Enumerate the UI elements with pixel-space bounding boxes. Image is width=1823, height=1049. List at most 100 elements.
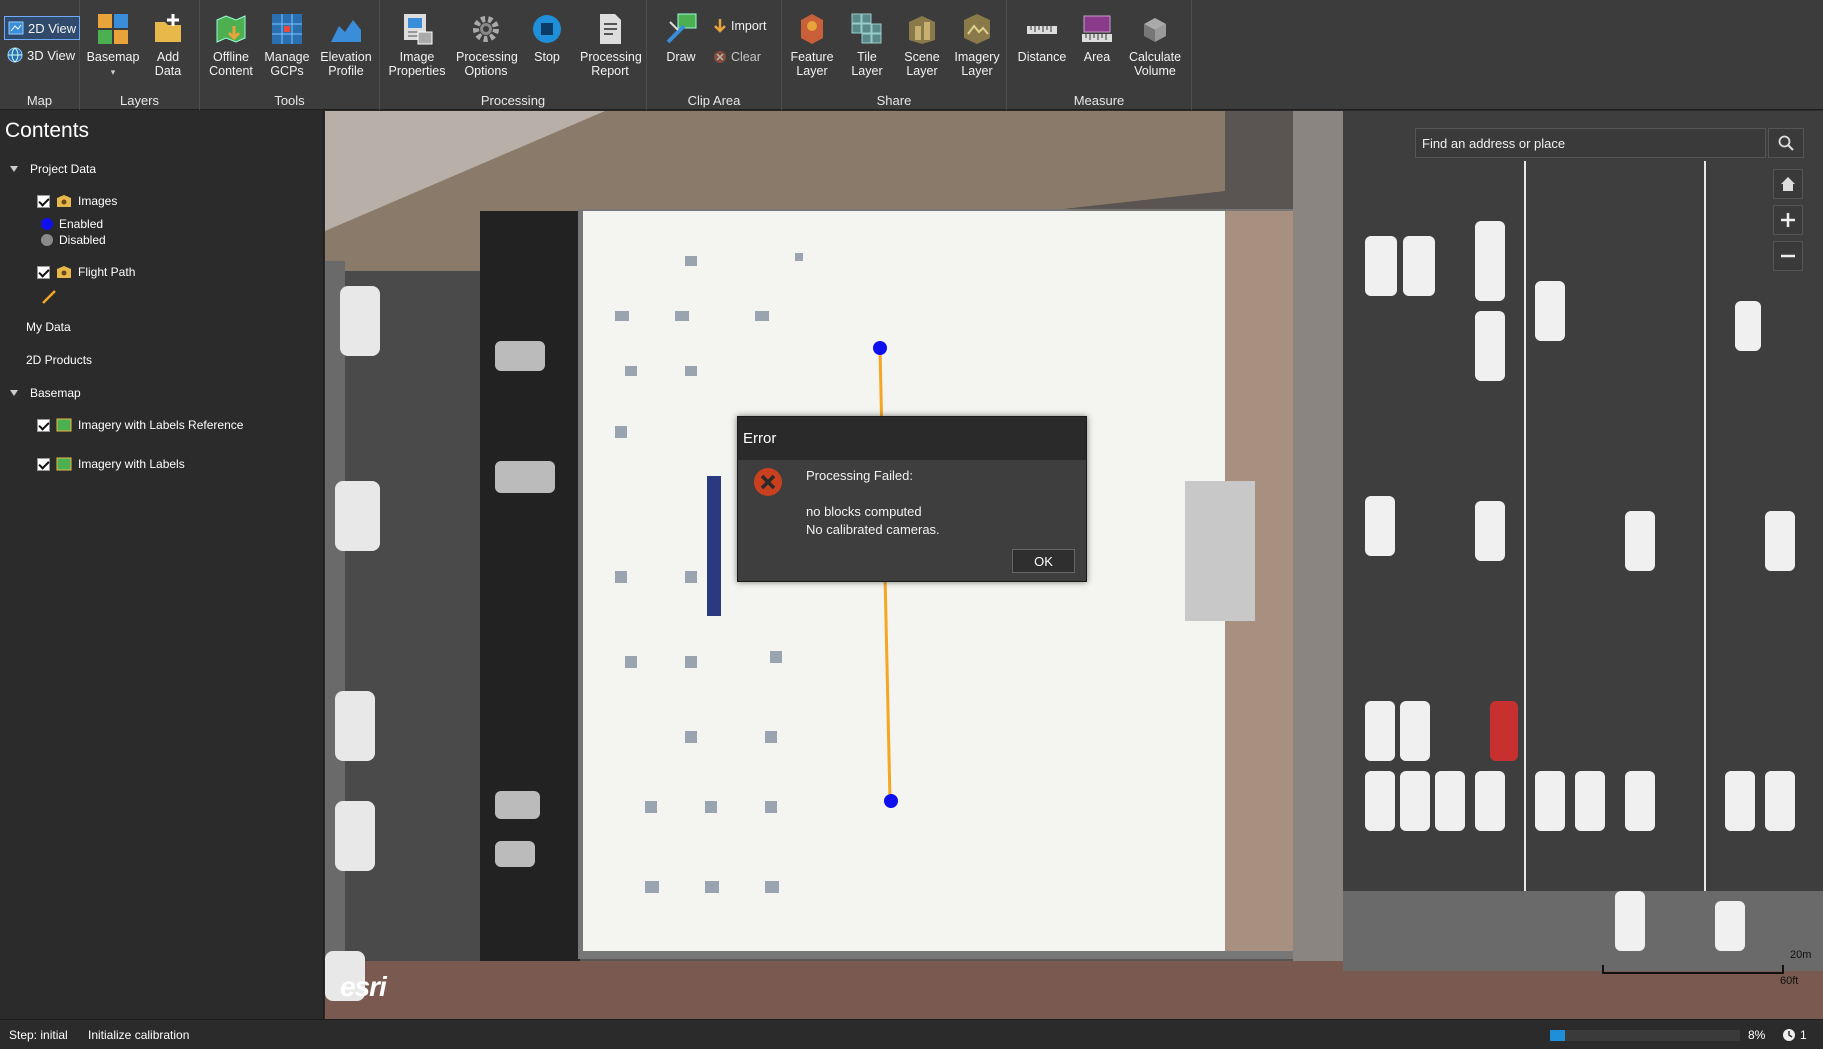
2d-view-button[interactable]: 2D View [4,16,80,40]
manage-gcps-button[interactable]: Manage GCPs [257,8,317,78]
stop-button[interactable]: Stop [517,8,577,64]
calculate-volume-button[interactable]: Calculate Volume [1125,8,1185,78]
tree-item-images[interactable]: Images [37,194,117,208]
contents-title: Contents [5,119,90,142]
flight-path-checkbox[interactable] [37,265,50,279]
image-point-enabled[interactable] [873,341,887,355]
ok-button[interactable]: OK [1012,549,1075,573]
plus-icon [1781,213,1795,227]
clock-icon[interactable] [1782,1028,1796,1042]
scene-layer-icon [909,16,935,44]
manage-gcps-label: Manage GCPs [264,50,310,78]
clear-label: Clear [731,50,761,64]
offline-content-button[interactable]: Offline Content [201,8,261,78]
draw-icon [666,13,697,44]
feature-layer-icon [801,14,823,44]
add-data-label: Add Data [154,50,182,78]
dialog-message: Processing Failed: no blocks computed No… [806,467,940,539]
basemap-icon [98,14,128,44]
dialog-title: Error [738,417,1086,460]
tree-item-flight-path[interactable]: Flight Path [37,265,135,279]
dialog-message-line: No calibrated cameras. [806,522,940,537]
images-layer-icon [57,195,71,207]
status-bar: Step: initial Initialize calibration 8% … [0,1019,1823,1049]
imagery-layer-button[interactable]: Imagery Layer [947,8,1007,78]
2d-view-icon [8,21,24,35]
tree-item-my-data[interactable]: My Data [26,320,71,334]
import-arrow-icon [714,19,726,33]
add-data-icon [155,14,181,42]
basemap-label: Basemap [86,50,140,64]
group-label-share: Share [876,93,912,108]
calculate-volume-label: Calculate Volume [1128,50,1182,78]
ruler-icon [1027,26,1057,34]
area-icon [1082,15,1112,42]
group-processing: Image Properties Processing Options Stop… [380,0,647,110]
progress-bar [1550,1030,1740,1041]
tree-item-imagery-labels[interactable]: Imagery with Labels [37,457,185,471]
scene-layer-button[interactable]: Scene Layer [892,8,952,78]
3d-view-label: 3D View [27,47,76,63]
home-button[interactable] [1773,169,1803,199]
image-properties-label: Image Properties [388,50,446,78]
disabled-dot-icon [41,234,53,246]
esri-logo: esri [340,971,387,1002]
imagery-layer-icon [964,14,990,44]
group-label-tools: Tools [274,93,305,108]
group-label-processing: Processing [480,93,546,108]
tree-item-imagery-labels-reference[interactable]: Imagery with Labels Reference [37,418,243,432]
add-data-button[interactable]: Add Data [138,8,198,78]
image-properties-button[interactable]: Image Properties [387,8,447,78]
tile-layer-label: Tile Layer [851,50,883,78]
expand-triangle-icon [10,166,18,172]
processing-options-label: Processing Options [456,50,518,78]
image-point-enabled[interactable] [884,794,898,808]
images-label: Images [78,194,118,208]
processing-report-button[interactable]: Processing Report [580,8,642,78]
processing-options-button[interactable]: Processing Options [456,8,518,78]
tile-layer-button[interactable]: Tile Layer [837,8,897,78]
area-button[interactable]: Area [1067,8,1127,64]
clear-button[interactable]: Clear [713,50,761,64]
flight-path-line-icon [42,290,56,304]
elevation-profile-button[interactable]: Elevation Profile [316,8,376,78]
group-layers: Basemap ▾ Add Data Layers [80,0,200,110]
draw-button[interactable]: Draw [651,8,711,64]
image-properties-icon [404,14,433,45]
scale-feet: 60ft [1780,975,1799,987]
imagery-labels-reference-checkbox[interactable] [37,418,50,432]
clear-icon [714,51,726,63]
search-button[interactable] [1768,128,1804,158]
tree-item-basemap[interactable]: Basemap [10,386,81,400]
area-label: Area [1083,50,1111,64]
task-count: 1 [1800,1028,1807,1042]
report-icon [600,14,621,44]
disabled-label: Disabled [59,233,106,247]
manage-gcps-icon [272,14,302,44]
draw-label: Draw [666,50,696,64]
3d-view-button[interactable]: 3D View [4,43,80,67]
zoom-out-button[interactable] [1773,241,1803,271]
images-checkbox[interactable] [37,194,50,208]
basemap-button[interactable]: Basemap ▾ [83,8,143,79]
expand-triangle-icon [10,390,18,396]
progress-percent: 8% [1748,1028,1766,1042]
group-share: Feature Layer Tile Layer Scene Layer Ima… [782,0,1007,110]
tree-item-project-data[interactable]: Project Data [10,162,96,176]
group-label-clip-area: Clip Area [687,93,741,108]
home-icon [1781,177,1795,191]
zoom-in-button[interactable] [1773,205,1803,235]
search-input[interactable] [1415,128,1766,158]
group-label-map: Map [26,93,53,108]
basemap-layer-icon [56,457,72,471]
dialog-message-line: no blocks computed [806,504,922,519]
import-button[interactable]: Import [713,18,766,34]
tree-item-2d-products[interactable]: 2D Products [26,353,92,367]
distance-button[interactable]: Distance [1012,8,1072,64]
enabled-label: Enabled [59,217,104,231]
imagery-layer-label: Imagery Layer [954,50,1000,78]
feature-layer-button[interactable]: Feature Layer [782,8,842,78]
project-data-label: Project Data [30,162,97,176]
imagery-labels-checkbox[interactable] [37,457,50,471]
group-map: 2D View 3D View Map [0,0,80,110]
